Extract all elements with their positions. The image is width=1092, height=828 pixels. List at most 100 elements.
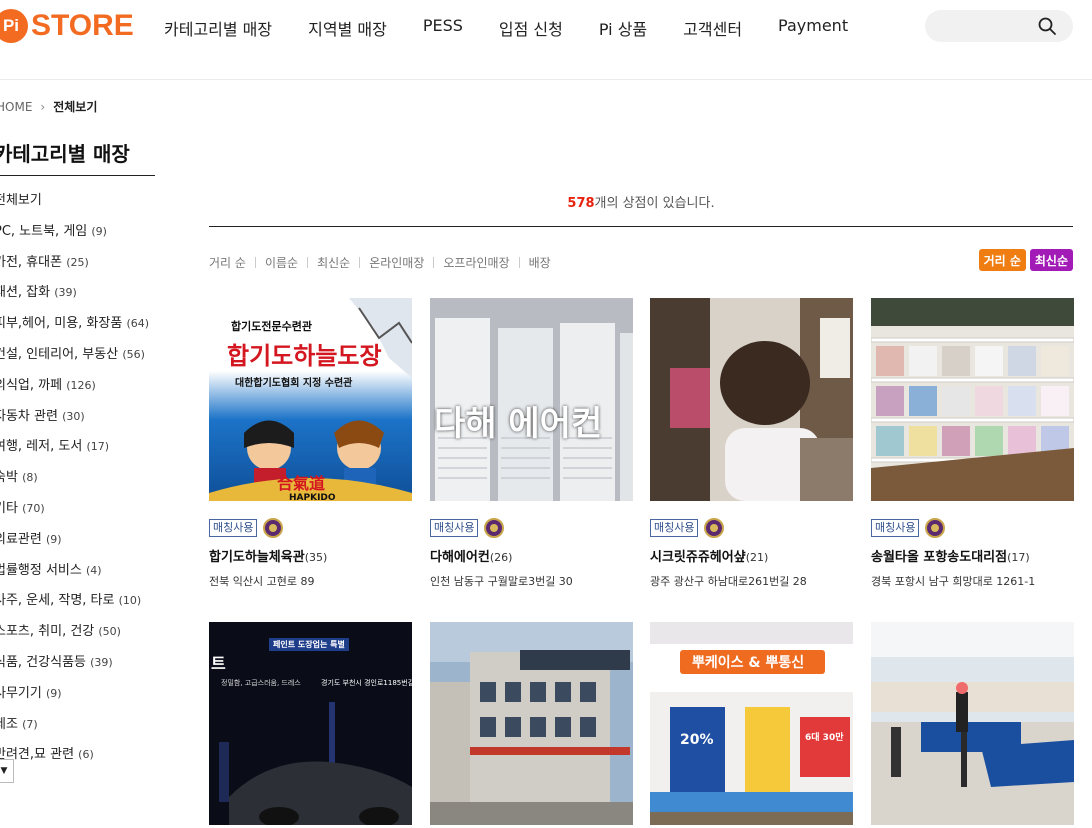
category-count: (9) xyxy=(91,224,107,238)
medal-icon xyxy=(263,518,284,538)
filter-store[interactable]: 배장 xyxy=(529,254,551,271)
category-item[interactable]: 식품, 건강식품등 (39) xyxy=(0,652,149,683)
nav-pess[interactable]: PESS xyxy=(423,16,463,40)
nav-category-stores[interactable]: 카테고리별 매장 xyxy=(164,16,272,40)
nav-payment[interactable]: Payment xyxy=(778,16,848,40)
store-image[interactable]: 뿌케이스 & 뿌통신 20% 6대 30만 xyxy=(650,622,853,825)
store-image[interactable]: 트 페인트 도장업는 특별 경기도 부천시 경인로1185번길 정밀함, 고급스… xyxy=(209,622,412,825)
matching-tag: 매칭사용 xyxy=(650,519,699,537)
category-item[interactable]: 피부,헤어, 미용, 화장품 (64) xyxy=(0,313,149,344)
nav-pi-products[interactable]: Pi 상품 xyxy=(599,16,647,40)
store-image[interactable]: 합기도전문수련관 합기도하늘도장 대한합기도협회 지정 수련관 合氣道 HAPK… xyxy=(209,298,412,501)
badge-latest-button[interactable]: 최신순 xyxy=(1029,249,1073,271)
category-item[interactable]: 법률행정 서비스 (4) xyxy=(0,560,149,591)
category-item[interactable]: 제조 (7) xyxy=(0,714,149,745)
store-card[interactable]: 합기도전문수련관 합기도하늘도장 대한합기도협회 지정 수련관 合氣道 HAPK… xyxy=(209,298,412,589)
sidebar-toggle-button[interactable]: ▼ xyxy=(0,759,14,783)
category-label: PC, 노트북, 게임 xyxy=(0,223,88,239)
sort-latest[interactable]: 최신순 xyxy=(317,254,350,271)
category-item[interactable]: 스포츠, 취미, 건강 (50) xyxy=(0,621,149,652)
category-count: (39) xyxy=(54,286,77,300)
image-caption: 다해 에어컨 xyxy=(434,404,603,444)
search-icon[interactable] xyxy=(1037,16,1057,36)
category-item[interactable]: 자동차 관련 (30) xyxy=(0,406,149,437)
medal-icon xyxy=(484,518,505,538)
category-item[interactable]: 의료관련 (9) xyxy=(0,529,149,560)
store-card[interactable] xyxy=(871,622,1074,825)
store-card[interactable]: 트 페인트 도장업는 특별 경기도 부천시 경인로1185번길 정밀함, 고급스… xyxy=(209,622,412,825)
store-address: 인천 남동구 구월말로3번길 30 xyxy=(430,575,573,588)
matching-tag: 매칭사용 xyxy=(430,519,479,537)
matching-tag: 매칭사용 xyxy=(209,519,258,537)
hair-salon-photo xyxy=(650,298,853,501)
category-label: 가전, 휴대폰 xyxy=(0,254,63,270)
store-card[interactable]: 매칭사용 시크릿쥬쥬헤어샾(21) 광주 광산구 하남대로261번길 28 xyxy=(650,298,853,589)
category-item[interactable]: 가전, 휴대폰 (25) xyxy=(0,252,149,283)
category-item[interactable]: 사주, 운세, 작명, 타로 (10) xyxy=(0,590,149,621)
sort-distance[interactable]: 거리 순 xyxy=(209,254,246,271)
divider xyxy=(433,257,435,268)
site-logo[interactable]: Pi STORE xyxy=(0,9,134,43)
store-card[interactable]: 매칭사용 송월타올 포항송도대리점(17) 경북 포항시 남구 희망대로 126… xyxy=(871,298,1074,589)
image-caption: 합기도전문수련관 xyxy=(231,320,312,333)
category-item[interactable]: 전체보기 xyxy=(0,190,149,221)
category-label: 피부,헤어, 미용, 화장품 xyxy=(0,316,123,332)
tag-row: 매칭사용 xyxy=(650,518,853,538)
store-count-suffix: 개의 상점이 있습니다. xyxy=(594,196,715,211)
filter-offline[interactable]: 오프라인매장 xyxy=(443,254,509,271)
category-count: (8) xyxy=(22,471,38,485)
store-card[interactable] xyxy=(430,622,633,825)
category-label: 건설, 인테리어, 부동산 xyxy=(0,346,119,362)
category-item[interactable]: 기타 (70) xyxy=(0,498,149,529)
category-item[interactable]: 패션, 잡화 (39) xyxy=(0,282,149,313)
category-label: 의료관련 xyxy=(0,531,42,547)
category-count: (7) xyxy=(22,717,38,731)
breadcrumb-current: 전체보기 xyxy=(53,100,98,114)
category-label: 외식업, 까페 xyxy=(0,377,63,393)
category-count: (4) xyxy=(86,563,102,577)
matching-tag: 매칭사용 xyxy=(871,519,920,537)
category-item[interactable]: 반려견,묘 관련 (6) xyxy=(0,744,149,775)
category-count: (39) xyxy=(90,655,113,669)
category-label: 숙박 xyxy=(0,470,18,486)
search-input[interactable] xyxy=(925,10,1073,42)
nav-customer-center[interactable]: 고객센터 xyxy=(683,16,742,40)
caret-down-icon: ▼ xyxy=(0,766,8,776)
store-image[interactable] xyxy=(430,622,633,825)
nav-region-stores[interactable]: 지역별 매장 xyxy=(308,16,387,40)
breadcrumb-home[interactable]: HOME xyxy=(0,100,32,114)
breadcrumb: HOME › 전체보기 xyxy=(0,98,97,115)
chevron-right-icon: › xyxy=(40,99,46,114)
store-count-text: 578개의 상점이 있습니다. xyxy=(209,192,1073,211)
nav-store-apply[interactable]: 입점 신청 xyxy=(499,16,563,40)
category-count: (70) xyxy=(22,501,45,515)
category-item[interactable]: 숙박 (8) xyxy=(0,467,149,498)
sort-options: 거리 순 이름순 최신순 온라인매장 오프라인매장 배장 xyxy=(209,254,551,271)
category-item[interactable]: 건설, 인테리어, 부동산 (56) xyxy=(0,344,149,375)
filter-online[interactable]: 온라인매장 xyxy=(369,254,424,271)
category-item[interactable]: 여행, 레저, 도서 (17) xyxy=(0,436,149,467)
category-item[interactable]: 외식업, 까페 (126) xyxy=(0,375,149,406)
divider xyxy=(518,257,520,268)
store-image[interactable]: 다해 에어컨 xyxy=(430,298,633,501)
store-image[interactable] xyxy=(650,298,853,501)
store-name: 합기도하늘체육관(35) xyxy=(209,546,412,565)
image-caption: 20% xyxy=(680,732,714,748)
store-image[interactable] xyxy=(871,622,1074,825)
category-label: 제조 xyxy=(0,716,18,732)
category-label: 자동차 관련 xyxy=(0,408,58,424)
image-caption: 정밀함, 고급스러움, 드레스 xyxy=(221,679,301,687)
tag-row: 매칭사용 xyxy=(871,518,1074,538)
store-card[interactable]: 뿌케이스 & 뿌통신 20% 6대 30만 xyxy=(650,622,853,825)
category-count: (126) xyxy=(66,378,96,392)
category-item[interactable]: PC, 노트북, 게임 (9) xyxy=(0,221,149,252)
category-count: (25) xyxy=(66,255,89,269)
building-photo xyxy=(430,622,633,825)
sort-name[interactable]: 이름순 xyxy=(265,254,298,271)
store-image[interactable] xyxy=(871,298,1074,501)
sort-badges: 거리 순 최신순 xyxy=(975,249,1073,271)
category-item[interactable]: 사무기기 (9) xyxy=(0,683,149,714)
store-card[interactable]: 다해 에어컨 매칭사용 다해에어컨(26) 인천 남동구 구월말로3번길 30 xyxy=(430,298,633,589)
tag-row: 매칭사용 xyxy=(430,518,633,538)
badge-distance-button[interactable]: 거리 순 xyxy=(978,249,1026,271)
